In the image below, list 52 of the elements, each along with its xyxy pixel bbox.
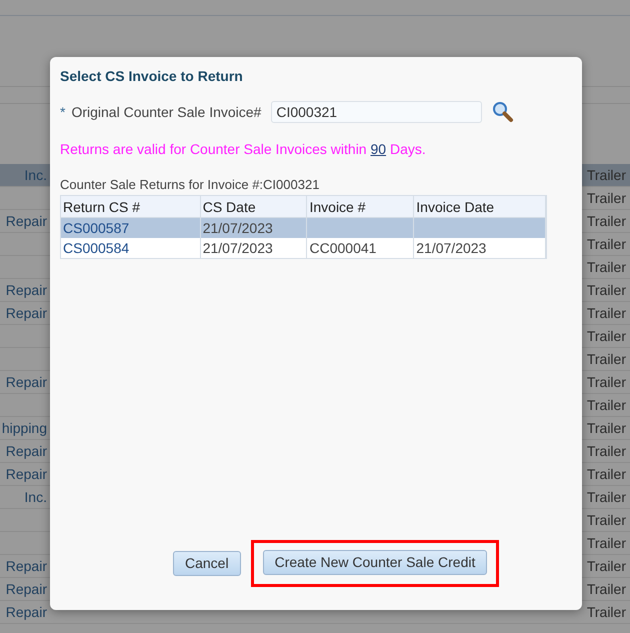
table-cell-text: Trailer — [586, 602, 626, 622]
required-mark: * — [60, 102, 66, 122]
table-cell-text: Trailer — [586, 234, 626, 254]
cancel-button[interactable]: Cancel — [173, 551, 241, 576]
table-cell-text: Repair — [6, 556, 47, 576]
days-link[interactable]: 90 — [370, 141, 386, 157]
table-cell-text: Inc. — [24, 166, 47, 184]
table-cell: CC000041 — [309, 240, 376, 256]
field-label: Original Counter Sale Invoice# — [71, 102, 262, 122]
table-cell-text: Trailer — [586, 488, 626, 506]
column-header: CS Date — [200, 196, 308, 216]
column-header: Invoice # — [307, 196, 414, 216]
return-link[interactable]: CS000587 — [63, 220, 130, 236]
dialog-title: Select CS Invoice to Return — [60, 67, 244, 86]
table-cell-text: Trailer — [586, 188, 626, 208]
table-cell-text: Trailer — [586, 396, 626, 414]
table-cell-text: Trailer — [586, 418, 626, 438]
table-cell-text: Repair — [6, 280, 47, 300]
table-cell-text: Repair — [6, 372, 47, 392]
create-button[interactable]: Create New Counter Sale Credit — [262, 550, 488, 575]
table-cell-text: Trailer — [586, 350, 626, 368]
table-cell-text: Trailer — [586, 534, 626, 552]
table-cell-text: Trailer — [586, 510, 626, 530]
table-cell: 21/07/2023 — [416, 240, 486, 256]
column-header: Invoice Date — [414, 196, 546, 216]
table-cell-text: Trailer — [586, 442, 626, 460]
table-cell: 21/07/2023 — [202, 240, 273, 256]
table-cell: 21/07/2023 — [202, 220, 273, 236]
table-cell-text: Trailer — [586, 212, 626, 230]
notice-text: Returns are valid for Counter Sale Invoices within 90 Days. — [60, 140, 427, 159]
table-cell-text: Trailer — [586, 280, 626, 300]
table-cell-text: Trailer — [586, 372, 626, 392]
input-field[interactable]: CI000321 — [271, 101, 482, 123]
table-cell-text: Trailer — [586, 166, 626, 184]
table-cell-text: hipping — [2, 418, 47, 438]
table-cell-text: Repair — [6, 464, 47, 484]
table-cell-text: Repair — [6, 442, 47, 461]
return-link[interactable]: CS000584 — [63, 240, 130, 256]
table-cell-text: Trailer — [586, 556, 626, 576]
table-cell-text: Repair — [6, 304, 47, 323]
table-cell-text: Trailer — [586, 326, 626, 346]
table-cell-text: Repair — [6, 212, 47, 231]
table-cell-text: Inc. — [24, 488, 47, 506]
table-cell-text: Trailer — [586, 464, 626, 484]
table-cell-text: Trailer — [586, 258, 626, 276]
search-icon[interactable] — [492, 101, 514, 123]
table-caption: Counter Sale Returns for Invoice #:CI000321 — [60, 176, 320, 194]
table-cell-text: Trailer — [586, 580, 626, 598]
table-cell-text: Trailer — [586, 304, 626, 322]
table-cell-text: Repair — [6, 602, 47, 622]
table-cell-text: Repair — [6, 580, 47, 599]
column-header: Return CS # — [61, 196, 201, 216]
